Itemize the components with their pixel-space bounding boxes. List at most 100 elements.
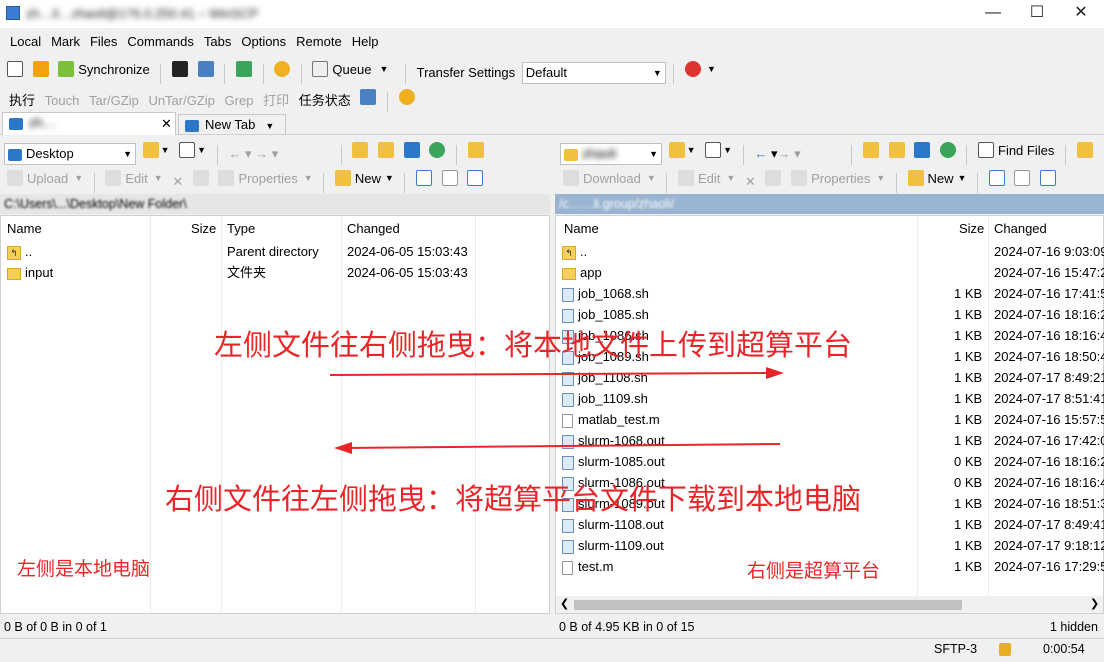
menu-tabs[interactable]: Tabs [199, 30, 236, 54]
right-find-icon[interactable] [1074, 138, 1096, 162]
minimize-button[interactable]: — [970, 0, 1016, 28]
left-root-dir-icon[interactable] [375, 138, 397, 162]
preferences-gear-icon[interactable] [271, 57, 293, 81]
scrollbar-thumb[interactable] [574, 600, 962, 610]
left-open-folder-icon[interactable]: ▼ [140, 138, 173, 162]
cmd-untar-gzip[interactable]: UnTar/GZip [145, 89, 217, 113]
cmd-touch[interactable]: Touch [42, 89, 83, 113]
menu-mark[interactable]: Mark [46, 30, 85, 54]
tab-session[interactable]: zh… ✕ [2, 112, 176, 135]
left-select-all-icon[interactable] [413, 166, 435, 190]
right-rename-icon[interactable] [762, 166, 784, 190]
left-refresh-icon[interactable] [426, 138, 448, 162]
synchronize-button[interactable]: Synchronize [55, 57, 153, 81]
list-item[interactable]: job_1109.sh 1 KB 2024-07-17 8:51:41 [556, 388, 1104, 409]
tab-close-icon[interactable]: ✕ [161, 116, 172, 132]
right-properties-button[interactable]: Properties ▼ [788, 166, 888, 190]
transfer-settings-label[interactable]: Transfer Settings [414, 61, 519, 85]
queue-button[interactable]: Queue ▼ [309, 57, 391, 81]
list-item[interactable]: slurm-1109.out 1 KB 2024-07-17 9:18:12 [556, 535, 1104, 556]
terminal-icon[interactable] [169, 57, 191, 81]
list-item[interactable]: app 2024-07-16 15:47:2 [556, 262, 1104, 283]
cmd-tar-gzip[interactable]: Tar/GZip [86, 89, 142, 113]
putty-icon[interactable] [195, 57, 217, 81]
menu-local[interactable]: Local [5, 30, 46, 54]
left-home-icon[interactable] [401, 138, 423, 162]
menu-remote[interactable]: Remote [291, 30, 347, 54]
right-col-changed[interactable]: Changed [994, 218, 1047, 240]
right-filter-icon[interactable]: ▼ [702, 138, 735, 162]
left-parent-dir-icon[interactable] [349, 138, 371, 162]
left-properties-button[interactable]: Properties ▼ [215, 166, 315, 190]
list-item[interactable]: ↰.. 2024-07-16 9:03:09 [556, 241, 1104, 262]
right-delete-icon[interactable]: ✕ [742, 170, 759, 194]
left-filter-icon[interactable]: ▼ [176, 138, 209, 162]
compare-icon[interactable] [4, 57, 26, 81]
right-file-list[interactable]: Name Size Changed ↰.. 2024-07-16 9:03:09 a… [555, 215, 1104, 614]
left-col-name[interactable]: Name [7, 218, 42, 240]
list-item[interactable]: input 文件夹 2024-06-05 15:03:43 [1, 262, 549, 283]
left-delete-icon[interactable]: ✕ [169, 170, 186, 194]
right-edit-button[interactable]: Edit ▼ [675, 166, 738, 190]
left-find-icon[interactable] [465, 138, 487, 162]
cmd-grep[interactable]: Grep [222, 89, 257, 113]
left-col-size[interactable]: Size [191, 218, 216, 240]
transfer-options-icon[interactable]: ▼ [682, 57, 719, 81]
cmd-execute[interactable]: 执行 [6, 88, 38, 112]
left-col-type[interactable]: Type [227, 218, 255, 240]
hidden-files-count[interactable]: 1 hidden [1050, 616, 1098, 638]
right-location-select[interactable]: zhaoli ▼ [560, 142, 662, 165]
right-select-all-icon[interactable] [986, 166, 1008, 190]
list-item[interactable]: slurm-1085.out 0 KB 2024-07-16 18:16:2 [556, 451, 1104, 472]
left-path-bar[interactable]: C:\Users\...\Desktop\New Folder\ [0, 194, 550, 214]
right-col-name[interactable]: Name [564, 218, 599, 240]
gear-icon[interactable] [396, 85, 418, 109]
left-back-icon[interactable]: ← ▾ → ▾ [225, 142, 281, 166]
right-home-icon[interactable] [911, 138, 933, 162]
left-rename-icon[interactable] [190, 166, 212, 190]
right-refresh-icon[interactable] [937, 138, 959, 162]
tab-new[interactable]: New Tab ▼ [178, 114, 286, 135]
file-size: 0 KB [954, 475, 983, 490]
scroll-right-icon[interactable]: ❯ [1090, 597, 1099, 610]
list-item[interactable]: slurm-1068.out 1 KB 2024-07-16 17:42:0 [556, 430, 1104, 451]
right-filter-files-icon[interactable] [1037, 166, 1059, 190]
list-item[interactable]: matlab_test.m 1 KB 2024-07-16 15:57:5 [556, 409, 1104, 430]
menu-files[interactable]: Files [85, 30, 122, 54]
left-col-changed[interactable]: Changed [347, 218, 400, 240]
left-edit-button[interactable]: Edit ▼ [102, 166, 165, 190]
sync-browse-icon[interactable] [30, 57, 52, 81]
file-changed: 2024-07-16 15:47:2 [994, 265, 1104, 280]
right-unselect-icon[interactable] [1011, 166, 1033, 190]
right-path-bar[interactable]: /c……li.group/zhaoli/ [555, 194, 1104, 214]
left-filter-files-icon[interactable] [464, 166, 486, 190]
maximize-button[interactable]: ☐ [1014, 0, 1060, 28]
transfer-settings-select[interactable]: Default ▼ [521, 61, 666, 84]
download-button[interactable]: Download ▼ [560, 166, 659, 190]
right-parent-dir-icon[interactable] [860, 138, 882, 162]
menu-help[interactable]: Help [347, 30, 384, 54]
right-back-icon[interactable]: ← ▾ → ▾ [751, 142, 803, 166]
close-button[interactable]: ✕ [1058, 0, 1104, 28]
putty-2-icon[interactable] [357, 85, 379, 109]
list-item[interactable]: job_1068.sh 1 KB 2024-07-16 17:41:5 [556, 283, 1104, 304]
right-open-folder-icon[interactable]: ▼ [666, 138, 699, 162]
upload-button[interactable]: Upload ▼ [4, 166, 86, 190]
menu-commands[interactable]: Commands [122, 30, 198, 54]
list-item[interactable]: job_1108.sh 1 KB 2024-07-17 8:49:21 [556, 367, 1104, 388]
lock-icon[interactable] [999, 643, 1011, 656]
left-new-button[interactable]: New ▼ [332, 166, 397, 190]
left-location-select[interactable]: Desktop ▼ [4, 142, 136, 165]
right-col-size[interactable]: Size [959, 218, 984, 240]
refresh-icon[interactable] [233, 57, 255, 81]
cmd-print[interactable]: 打印 [260, 88, 292, 112]
right-new-button[interactable]: New ▼ [905, 166, 970, 190]
menu-options[interactable]: Options [236, 30, 291, 54]
right-root-dir-icon[interactable] [886, 138, 908, 162]
horizontal-scrollbar[interactable]: ❮ ❯ [556, 596, 1103, 613]
left-unselect-icon[interactable] [439, 166, 461, 190]
list-item[interactable]: ↰.. Parent directory 2024-06-05 15:03:43 [1, 241, 549, 262]
find-files-button[interactable]: Find Files [975, 138, 1057, 162]
scroll-left-icon[interactable]: ❮ [560, 597, 569, 610]
cmd-task-status[interactable]: 任务状态 [296, 88, 354, 112]
